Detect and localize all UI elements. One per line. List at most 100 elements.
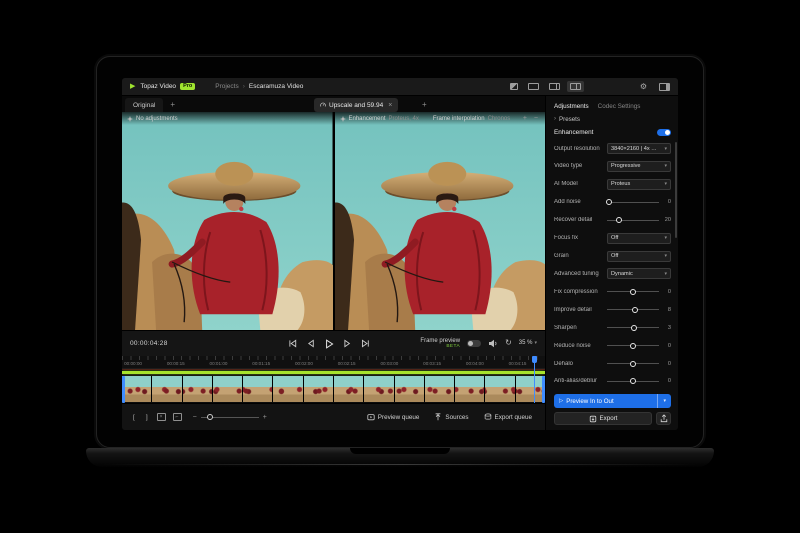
interpolation-chip-label[interactable]: Frame interpolation [433, 116, 485, 122]
slider-knob[interactable] [631, 324, 638, 331]
playhead[interactable] [532, 356, 538, 403]
timeline-zoom-knob[interactable] [206, 414, 213, 420]
view-single-compare-button[interactable] [507, 81, 521, 92]
skip-to-start-button[interactable] [288, 339, 297, 348]
row-slider[interactable] [607, 287, 659, 296]
view-side-by-side-button[interactable] [566, 81, 584, 92]
row-slider[interactable] [605, 198, 659, 207]
tab-upscale[interactable]: Upscale and 59.94 × [314, 98, 399, 112]
filmstrip-frame[interactable] [394, 376, 424, 402]
timeline-zoom-slider[interactable] [200, 414, 259, 420]
filmstrip-frame[interactable] [152, 376, 182, 402]
slider-knob[interactable] [605, 199, 612, 206]
filmstrip-frame[interactable] [455, 376, 485, 402]
pane-zoom-in-icon[interactable]: + [521, 115, 529, 122]
viewer-zoom-select[interactable]: 35 % ▾ [519, 340, 537, 346]
filmstrip-frame[interactable] [182, 376, 212, 402]
trim-in-handle[interactable] [122, 376, 125, 403]
row-slider[interactable] [607, 341, 659, 350]
row-slider-wrap: 8 [607, 305, 671, 314]
row-select[interactable]: Dynamic ▾ [607, 268, 671, 280]
row-slider[interactable] [607, 377, 659, 386]
adjustment-row-improve-detail: Improve detail 8 [554, 302, 671, 317]
row-select[interactable]: Progressive ▾ [607, 160, 671, 172]
clear-in-out-icon[interactable]: × [156, 413, 166, 421]
filmstrip-frame[interactable] [333, 376, 364, 402]
pane-zoom-out-icon[interactable]: − [532, 115, 540, 122]
timeline-zoom-in-button[interactable]: + [263, 414, 267, 421]
previous-frame-button[interactable] [306, 339, 315, 348]
timeline[interactable]: 00:00:00 00:00:15 00:01:00 00:01:15 00:02:00… [122, 356, 545, 403]
filmstrip-frame[interactable] [424, 376, 455, 402]
enhanced-pane[interactable]: Enhancement Proteus, 4x Frame interpolat… [332, 112, 545, 330]
preview-in-to-out-button[interactable]: ▷ Preview In to Out ▾ [554, 394, 671, 408]
filmstrip-frame[interactable] [485, 376, 515, 402]
tab-codec-settings[interactable]: Codec Settings [598, 103, 641, 110]
select-value: Progressive [611, 163, 641, 170]
filmstrip-frame[interactable] [273, 376, 303, 402]
skip-to-end-button[interactable] [361, 339, 370, 348]
set-out-point-button[interactable]: ] [144, 414, 150, 421]
row-select[interactable]: Off ▾ [607, 232, 671, 244]
filmstrip-frame[interactable] [212, 376, 243, 402]
export-button[interactable]: Export [554, 412, 652, 425]
filmstrip-frame[interactable] [303, 376, 333, 402]
timeline-ruler[interactable]: 00:00:00 00:00:15 00:01:00 00:01:15 00:02:00… [122, 356, 545, 369]
view-single-button[interactable] [525, 81, 542, 92]
row-select[interactable]: Off ▾ [607, 250, 671, 262]
breadcrumb-projects[interactable]: Projects [215, 83, 238, 90]
original-pane[interactable]: No adjustments [122, 112, 333, 330]
filmstrip[interactable] [122, 376, 545, 402]
slider-knob[interactable] [630, 378, 636, 385]
adjustment-row-output-resolution: Output resolution 3840×2160 | 4x … ▾ [554, 141, 671, 156]
frame-preview-toggle[interactable] [467, 339, 482, 347]
filmstrip-frame[interactable] [515, 376, 545, 402]
share-button[interactable] [656, 412, 671, 425]
preview-options-dropdown[interactable]: ▾ [657, 394, 666, 408]
tab-close-icon[interactable]: × [388, 102, 392, 109]
chevron-down-icon: ▾ [664, 181, 667, 188]
settings-gear-icon[interactable]: ⚙ [640, 82, 647, 91]
timeline-zoom-out-button[interactable]: − [193, 414, 197, 421]
next-frame-button[interactable] [343, 339, 352, 348]
row-slider[interactable] [607, 216, 659, 225]
row-slider[interactable] [607, 305, 659, 314]
trim-out-handle[interactable] [542, 376, 545, 403]
adjustments-sidebar: Adjustments Codec Settings › Presets Enh… [545, 96, 678, 430]
presets-row[interactable]: › Presets [554, 113, 671, 125]
chevron-down-icon: ▾ [664, 253, 667, 260]
slider-knob[interactable] [630, 288, 636, 295]
preview-queue-button[interactable]: Preview queue [363, 411, 424, 423]
tab-adjustments[interactable]: Adjustments [554, 103, 589, 110]
filmstrip-frame[interactable] [364, 376, 394, 402]
ruler-timecode-label: 00:00:15 [166, 361, 185, 366]
slider-knob[interactable] [632, 306, 639, 313]
toggle-right-panel-icon[interactable] [659, 82, 670, 91]
row-slider[interactable] [607, 323, 659, 332]
row-slider[interactable] [607, 359, 659, 368]
add-tab-button-left[interactable]: + [163, 98, 182, 112]
reset-in-out-icon[interactable]: ⌐ [172, 413, 182, 421]
add-tab-button-right[interactable]: + [415, 98, 434, 112]
row-label: Anti-alias/deblur [554, 378, 598, 385]
ruler-timecode-label: 00:03:00 [380, 361, 399, 366]
slider-knob[interactable] [630, 360, 636, 367]
set-in-point-button[interactable]: [ [131, 414, 137, 421]
filmstrip-frame[interactable] [243, 376, 273, 402]
view-split-button[interactable] [546, 81, 563, 92]
export-queue-button[interactable]: Export queue [480, 411, 536, 423]
original-video-frame [122, 112, 333, 330]
tab-original[interactable]: Original [125, 98, 164, 112]
row-select[interactable]: Proteus ▾ [607, 178, 671, 190]
play-button[interactable] [324, 338, 334, 349]
filmstrip-frame[interactable] [122, 376, 152, 402]
slider-knob[interactable] [616, 217, 623, 224]
loop-playback-icon[interactable]: ↻ [505, 339, 512, 347]
sidebar-scrollbar[interactable] [675, 142, 677, 238]
enhancement-chip-label[interactable]: Enhancement [349, 116, 386, 122]
row-select[interactable]: 3840×2160 | 4x … ▾ [607, 143, 671, 154]
slider-knob[interactable] [630, 342, 636, 349]
sources-button[interactable]: Sources [430, 411, 472, 423]
enhancement-toggle[interactable] [657, 128, 671, 136]
audio-mute-icon[interactable] [488, 339, 498, 348]
